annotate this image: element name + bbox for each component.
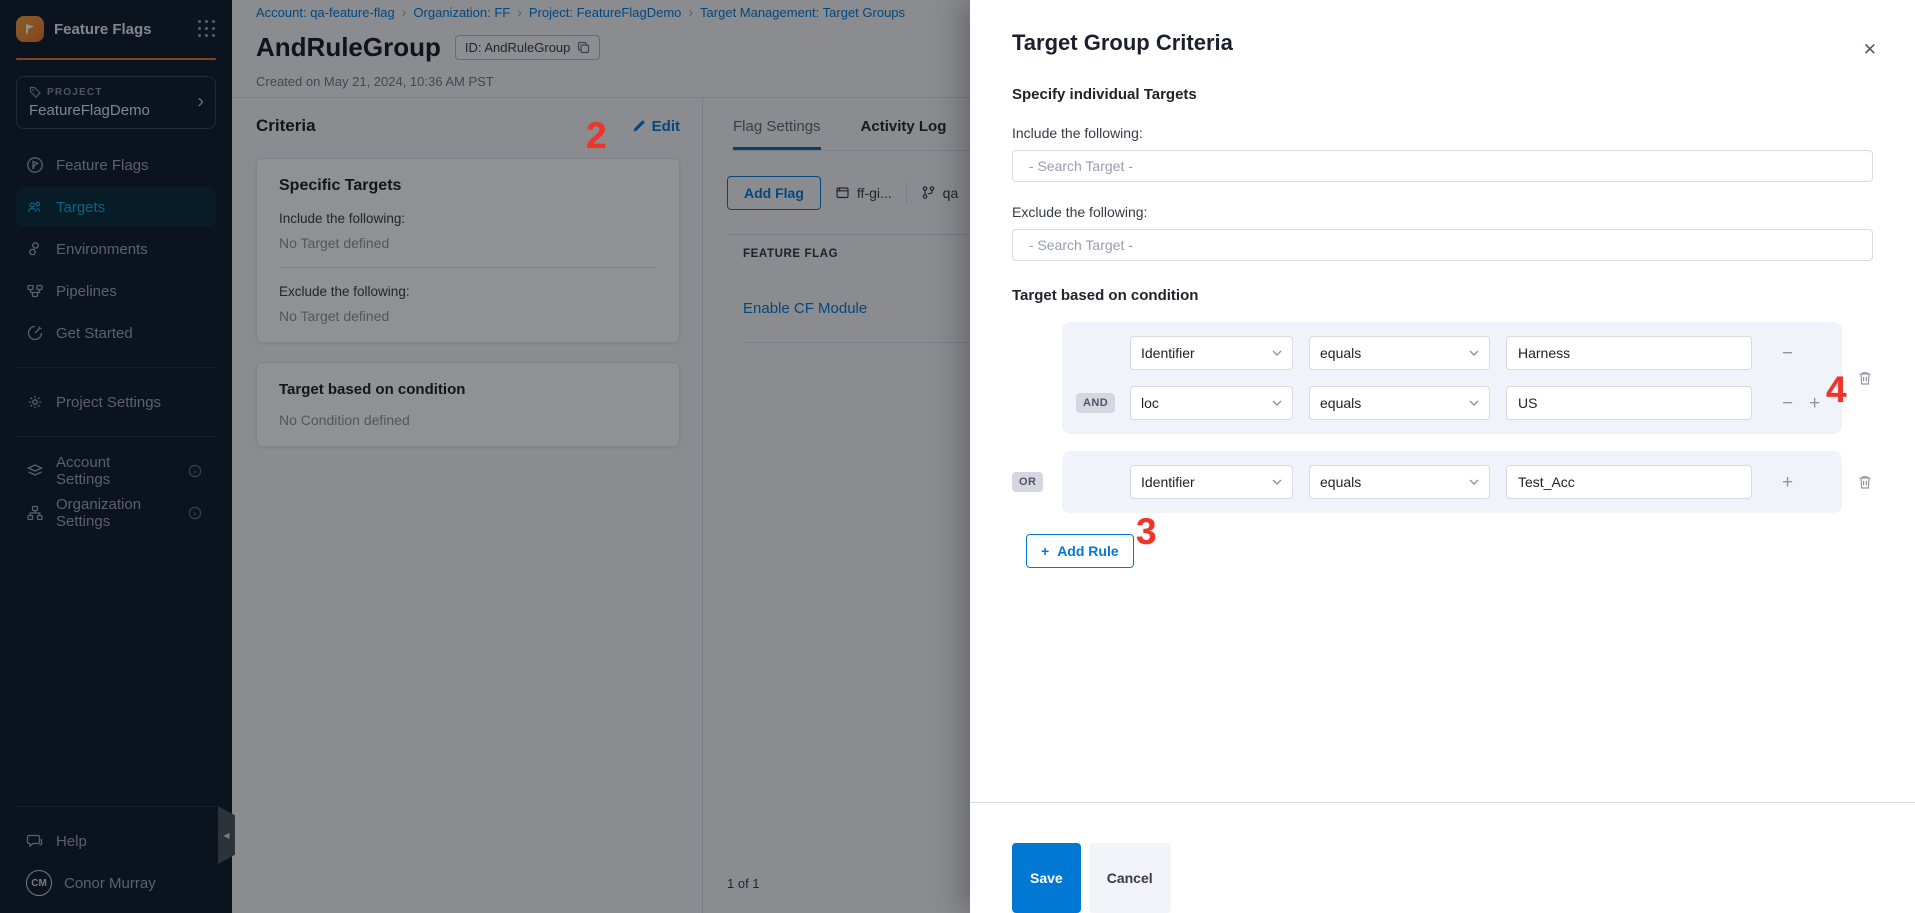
add-condition-button[interactable]: + (1782, 473, 1793, 492)
add-condition-button[interactable]: + (1809, 394, 1820, 413)
save-button[interactable]: Save (1012, 843, 1081, 913)
operator-value: equals (1320, 345, 1361, 361)
chevron-down-icon (1272, 479, 1282, 485)
condition-value-input[interactable] (1506, 386, 1752, 420)
chevron-down-icon (1272, 400, 1282, 406)
rule-group: OR Identifier equals + (1012, 451, 1873, 513)
exclude-following-label: Exclude the following: (1012, 204, 1873, 220)
rule-row: AND loc equals − + (1076, 386, 1828, 420)
include-following-label: Include the following: (1012, 125, 1873, 141)
attribute-value: Identifier (1141, 345, 1195, 361)
specify-targets-heading: Specify individual Targets (1012, 86, 1873, 103)
include-target-search-input[interactable] (1012, 150, 1873, 182)
target-group-criteria-drawer: ✕ Target Group Criteria Specify individu… (970, 0, 1915, 913)
close-icon[interactable]: ✕ (1863, 40, 1877, 60)
annotation-step-4: 4 (1826, 371, 1847, 408)
delete-rule-button[interactable] (1849, 474, 1873, 490)
chevron-down-icon (1272, 350, 1282, 356)
attribute-value: Identifier (1141, 474, 1195, 490)
operator-value: equals (1320, 474, 1361, 490)
rule-group-box: Identifier equals − AND loc (1062, 322, 1842, 434)
delete-rule-button[interactable] (1849, 370, 1873, 386)
attribute-value: loc (1141, 395, 1159, 411)
chevron-down-icon (1469, 350, 1479, 356)
annotation-step-2: 2 (586, 117, 607, 154)
rule-row: Identifier equals + (1076, 465, 1828, 499)
plus-icon: + (1041, 543, 1049, 559)
rule-group-box: Identifier equals + (1062, 451, 1842, 513)
operator-select[interactable]: equals (1309, 386, 1490, 420)
operator-value: equals (1320, 395, 1361, 411)
drawer-title: Target Group Criteria (1012, 30, 1873, 56)
exclude-target-search-input[interactable] (1012, 229, 1873, 261)
condition-value-input[interactable] (1506, 336, 1752, 370)
rule-row: Identifier equals − (1076, 336, 1828, 370)
attribute-select[interactable]: Identifier (1130, 336, 1293, 370)
and-badge: AND (1076, 393, 1115, 413)
trash-icon (1857, 370, 1873, 386)
cancel-button[interactable]: Cancel (1089, 843, 1171, 913)
condition-heading: Target based on condition (1012, 287, 1873, 304)
chevron-down-icon (1469, 400, 1479, 406)
attribute-select[interactable]: Identifier (1130, 465, 1293, 499)
remove-condition-button[interactable]: − (1782, 394, 1793, 413)
or-badge: OR (1012, 472, 1043, 492)
remove-condition-button[interactable]: − (1782, 344, 1793, 363)
add-rule-button[interactable]: + Add Rule (1026, 534, 1134, 568)
rule-group: Identifier equals − AND loc (1012, 322, 1873, 434)
annotation-step-3: 3 (1136, 513, 1157, 550)
trash-icon (1857, 474, 1873, 490)
add-rule-label: Add Rule (1057, 543, 1118, 559)
chevron-down-icon (1469, 479, 1479, 485)
operator-select[interactable]: equals (1309, 465, 1490, 499)
group-connector-gutter: OR (1012, 472, 1062, 492)
attribute-select[interactable]: loc (1130, 386, 1293, 420)
operator-select[interactable]: equals (1309, 336, 1490, 370)
drawer-footer: Save Cancel (970, 802, 1915, 913)
condition-value-input[interactable] (1506, 465, 1752, 499)
